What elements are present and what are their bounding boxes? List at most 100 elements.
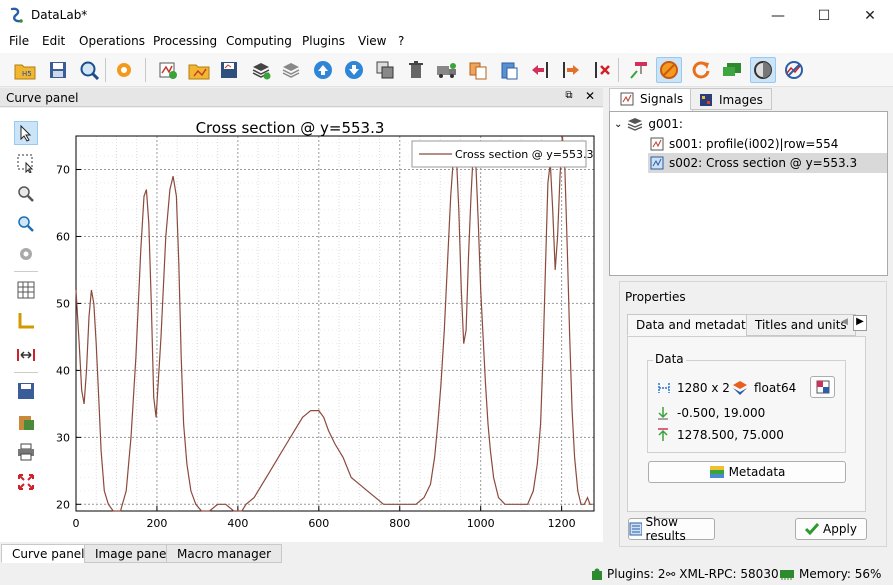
tab-data-metadata[interactable]: Data and metadata [627, 314, 763, 336]
minimize-icon: — [771, 7, 785, 24]
menu-processing[interactable]: Processing [153, 34, 217, 48]
menu-edit[interactable]: Edit [42, 34, 65, 48]
dtype-icon [733, 381, 747, 395]
zoom-fit-tool-button[interactable] [14, 212, 38, 236]
params-tool-button[interactable] [14, 242, 38, 266]
move-down-button[interactable] [341, 57, 367, 83]
metadata-button[interactable]: Metadata [648, 461, 846, 483]
chat-button[interactable] [719, 57, 745, 83]
svg-text:H5: H5 [22, 70, 32, 78]
close-button[interactable]: ✕ [847, 0, 893, 31]
y-tick-label: 60 [56, 230, 70, 243]
xmlrpc-status: ⚯ XML-RPC: 58030 [666, 567, 779, 581]
delete-button[interactable] [403, 57, 429, 83]
folder-h5-icon: H5 [14, 64, 36, 80]
plot-frame [75, 135, 595, 512]
layers-icon [282, 63, 300, 78]
no-signal-icon [785, 61, 803, 79]
toolbar-separator [105, 58, 106, 82]
tab-macro-manager[interactable]: Macro manager [166, 544, 283, 563]
annotations-button[interactable] [626, 57, 652, 83]
menu-view[interactable]: View [358, 34, 386, 48]
grid-icon [17, 281, 35, 299]
tree-group-label: g001: [648, 117, 683, 131]
view-data-button[interactable] [810, 376, 835, 398]
shape-row: 1280 x 2 [657, 381, 730, 395]
export-button[interactable] [558, 57, 584, 83]
save-icon [18, 383, 34, 399]
save-plot-button[interactable] [14, 379, 38, 403]
import-button[interactable] [527, 57, 553, 83]
copy-metadata-button[interactable] [465, 57, 491, 83]
tree-group-g001[interactable]: ⌄ g001: [614, 114, 683, 134]
y-tick-label: 70 [56, 163, 70, 176]
new-signal-button[interactable] [155, 57, 181, 83]
fullscreen-button[interactable] [14, 470, 38, 494]
browse-h5-button[interactable] [76, 57, 102, 83]
menu-help[interactable]: ? [398, 34, 404, 48]
grid [76, 136, 594, 511]
save-h5-button[interactable] [45, 57, 71, 83]
truck-icon [437, 63, 456, 78]
print-button[interactable] [14, 440, 38, 464]
table-icon [816, 380, 829, 394]
minimize-button[interactable]: — [755, 0, 801, 31]
zoom-tool-button[interactable] [14, 182, 38, 206]
xrange-value: -0.500, 19.000 [677, 406, 766, 420]
show-results-button[interactable]: Show results [628, 515, 715, 543]
arrow-up-icon [314, 61, 332, 79]
tab-titles-units[interactable]: Titles and units [746, 314, 856, 336]
transfer-button[interactable] [434, 57, 460, 83]
toolbar-separator [145, 58, 146, 82]
tree-item-s001[interactable]: s001: profile(i002)|row=554 [650, 134, 887, 154]
no-signal-button[interactable] [781, 57, 807, 83]
menu-plugins[interactable]: Plugins [302, 34, 345, 48]
close-panel-button[interactable]: ✕ [583, 89, 597, 103]
float-panel-button[interactable]: ⧉ [562, 90, 576, 104]
tab-signals-label: Signals [640, 92, 684, 106]
tab-scroll-right-button[interactable]: ▶ [853, 315, 867, 331]
signal-tree: ⌄ g001: s001: profile(i002)|row=554 s002… [609, 111, 888, 276]
open-signal-button[interactable] [186, 57, 212, 83]
puzzle-icon [592, 568, 602, 580]
menu-computing[interactable]: Computing [226, 34, 292, 48]
move-up-button[interactable] [310, 57, 336, 83]
refresh-button[interactable] [688, 57, 714, 83]
grid-tool-button[interactable] [14, 278, 38, 302]
menu-file[interactable]: File [9, 34, 29, 48]
tab-images[interactable]: Images [690, 88, 772, 110]
tree-item-s002[interactable]: s002: Cross section @ y=553.3 [648, 153, 887, 173]
menu-operations[interactable]: Operations [79, 34, 145, 48]
gear-icon [20, 248, 32, 260]
float-icon: ⧉ [565, 90, 573, 101]
toggle-button-1[interactable] [656, 57, 682, 83]
copy-plot-button[interactable] [14, 410, 38, 434]
rect-zoom-tool-button[interactable] [14, 151, 38, 175]
xrange-tool-button[interactable] [14, 343, 38, 367]
save-signal-button[interactable] [216, 57, 242, 83]
tab-curve-panel[interactable]: Curve panel [1, 544, 96, 563]
layers-add-icon [252, 63, 271, 80]
add-layer-button[interactable] [248, 57, 274, 83]
metadata-button-label: Metadata [728, 465, 786, 479]
tab-scroll-left-button[interactable]: ◀ [841, 317, 853, 331]
open-h5-button[interactable]: H5 [12, 57, 38, 83]
apply-button[interactable]: Apply [795, 518, 867, 540]
duplicate-button[interactable] [372, 57, 398, 83]
remove-button[interactable] [589, 57, 615, 83]
settings-button[interactable] [111, 57, 137, 83]
magnifier-h5-icon [80, 61, 99, 80]
tab-signals[interactable]: Signals [612, 88, 691, 110]
x-tick-label: 600 [308, 517, 329, 530]
window-title: DataLab* [31, 8, 88, 22]
axes-tool-button[interactable] [14, 309, 38, 333]
cross-section-chart[interactable]: Cross section @ y=553.3 0 200 400 600 800 100… [44, 108, 599, 540]
paste-metadata-button[interactable] [496, 57, 522, 83]
toggle-button-2[interactable] [750, 57, 776, 83]
plugins-text: Plugins: 2 [607, 567, 666, 581]
layers-button[interactable] [278, 57, 304, 83]
maximize-button[interactable]: ☐ [801, 0, 847, 31]
select-tool-button[interactable] [14, 121, 38, 145]
rect-select-icon [17, 154, 34, 173]
x-tick-label: 1000 [467, 517, 495, 530]
